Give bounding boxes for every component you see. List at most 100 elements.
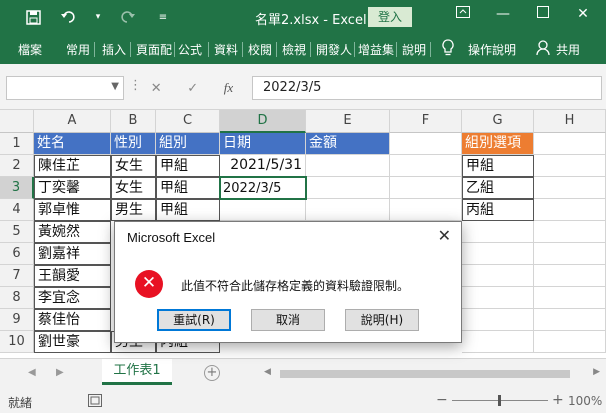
cell-e1[interactable]: 金額 [306, 133, 390, 155]
cell-a9[interactable]: 蔡佳怡 [34, 309, 111, 331]
page-layout-icon[interactable] [88, 394, 102, 410]
cell-a7[interactable]: 王韻愛 [34, 265, 111, 287]
cell-a4[interactable]: 郭卓惟 [34, 199, 111, 221]
redo-icon[interactable] [116, 7, 138, 27]
grid-cell[interactable] [534, 265, 606, 287]
ribbon-display-icon[interactable] [452, 6, 474, 22]
grid-cell[interactable] [390, 133, 462, 155]
cell-c2[interactable]: 甲組 [156, 155, 220, 177]
minimize-icon[interactable]: — [492, 6, 514, 22]
tab-data[interactable]: 資料 [214, 41, 238, 58]
zoom-slider[interactable] [452, 395, 548, 406]
cell-a5[interactable]: 黃婉然 [34, 221, 111, 243]
cell-a8[interactable]: 李宜念 [34, 287, 111, 309]
grid-cell[interactable] [534, 309, 606, 331]
column-header-h[interactable]: H [534, 110, 606, 133]
select-all-corner[interactable] [0, 110, 34, 133]
grid-cell[interactable] [462, 287, 534, 309]
grid-cell[interactable] [462, 221, 534, 243]
cancel-button[interactable]: 取消 [251, 309, 325, 331]
column-header-g[interactable]: G [462, 110, 534, 133]
column-header-b[interactable]: B [111, 110, 156, 133]
close-icon[interactable]: ✕ [572, 6, 594, 22]
grid-cell[interactable] [306, 177, 390, 199]
row-header[interactable]: 2 [0, 155, 34, 177]
zoom-slider-thumb[interactable] [498, 395, 501, 406]
grid-cell[interactable] [462, 309, 534, 331]
cell-d3-active[interactable]: 2022/3/5 [219, 176, 307, 200]
retry-button[interactable]: 重試(R) [157, 309, 231, 331]
row-header[interactable]: 5 [0, 221, 34, 243]
undo-icon[interactable] [58, 7, 80, 27]
name-box[interactable]: ▼ [6, 76, 124, 100]
zoom-in-icon[interactable]: + [552, 392, 564, 408]
share-button[interactable]: 共用 [556, 41, 580, 58]
cell-d2[interactable]: 2021/5/31 [220, 155, 306, 177]
tab-page-layout[interactable]: 頁面配 [136, 41, 172, 58]
grid-cell[interactable] [534, 287, 606, 309]
cell-a1[interactable]: 姓名 [34, 133, 111, 155]
tab-file[interactable]: 檔案 [18, 41, 42, 58]
grid-cell[interactable] [534, 199, 606, 221]
tab-insert[interactable]: 插入 [102, 41, 126, 58]
scroll-left-arrow-icon[interactable]: ◀ [264, 367, 271, 377]
enter-icon[interactable]: ✓ [187, 81, 198, 96]
cell-b1[interactable]: 性別 [111, 133, 156, 155]
cell-g2[interactable]: 甲組 [462, 155, 534, 177]
grid-cell[interactable] [534, 155, 606, 177]
cell-d1[interactable]: 日期 [220, 133, 306, 155]
column-header-c[interactable]: C [156, 110, 220, 133]
cell-g3[interactable]: 乙組 [462, 177, 534, 199]
cell-a3[interactable]: 丁奕馨 [34, 177, 111, 199]
scroll-right-icon[interactable]: ▶ [56, 367, 64, 378]
grid-cell[interactable] [534, 243, 606, 265]
login-button[interactable]: 登入 [368, 7, 412, 27]
zoom-out-icon[interactable]: − [436, 392, 448, 408]
cell-c1[interactable]: 組別 [156, 133, 220, 155]
formula-input[interactable]: 2022/3/5 [252, 76, 602, 100]
row-header[interactable]: 8 [0, 287, 34, 309]
tab-review[interactable]: 校閱 [248, 41, 272, 58]
customize-qat-icon[interactable]: ≡ [152, 7, 174, 27]
scroll-right-arrow-icon[interactable]: ▶ [593, 367, 600, 377]
scroll-left-icon[interactable]: ◀ [28, 367, 36, 378]
cell-c4[interactable]: 甲組 [156, 199, 220, 221]
cell-a6[interactable]: 劉嘉祥 [34, 243, 111, 265]
add-sheet-button[interactable]: + [204, 365, 220, 381]
close-icon[interactable]: ✕ [438, 226, 451, 245]
help-button[interactable]: 說明(H) [345, 309, 419, 331]
cell-b2[interactable]: 女生 [111, 155, 156, 177]
save-icon[interactable] [22, 7, 44, 27]
column-header-e[interactable]: E [306, 110, 390, 133]
cell-a2[interactable]: 陳佳芷 [34, 155, 111, 177]
column-header-d[interactable]: D [220, 110, 306, 133]
row-header[interactable]: 4 [0, 199, 34, 221]
tab-view[interactable]: 檢視 [282, 41, 306, 58]
cell-b4[interactable]: 男生 [111, 199, 156, 221]
grid-cell[interactable] [390, 177, 462, 199]
tab-addins[interactable]: 增益集 [358, 41, 394, 58]
tell-me-search[interactable]: 操作說明 [468, 41, 516, 58]
grid-cell[interactable] [534, 177, 606, 199]
grid-cell[interactable] [306, 199, 390, 221]
row-header[interactable]: 1 [0, 133, 34, 155]
grid-cell[interactable] [534, 133, 606, 155]
chevron-down-icon[interactable]: ▼ [111, 81, 119, 92]
row-header[interactable]: 9 [0, 309, 34, 331]
grid-cell[interactable] [220, 199, 306, 221]
grid-cell[interactable] [534, 221, 606, 243]
row-header[interactable]: 10 [0, 331, 34, 353]
cell-b3[interactable]: 女生 [111, 177, 156, 199]
column-header-a[interactable]: A [34, 110, 111, 133]
row-header[interactable]: 3 [0, 177, 34, 199]
horizontal-scrollbar[interactable]: ◀ ▶ [260, 367, 602, 380]
grid-cell[interactable] [462, 243, 534, 265]
chevron-down-icon[interactable]: ▾ [94, 7, 102, 27]
cancel-icon[interactable]: ✕ [151, 81, 162, 96]
cell-c3[interactable]: 甲組 [156, 177, 220, 199]
scrollbar-thumb[interactable] [280, 370, 570, 378]
zoom-level[interactable]: 100% [568, 394, 602, 408]
cell-g1[interactable]: 組別選項 [462, 133, 534, 155]
grid-cell[interactable] [390, 199, 462, 221]
row-header[interactable]: 6 [0, 243, 34, 265]
